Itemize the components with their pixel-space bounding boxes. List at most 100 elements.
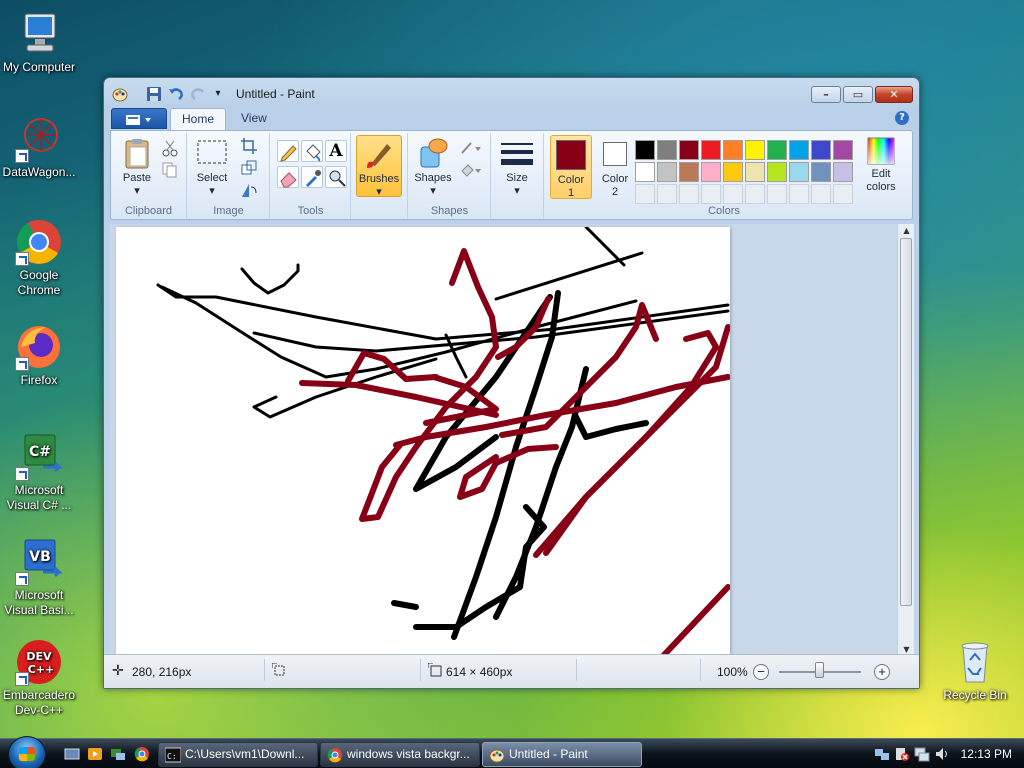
palette-swatch[interactable] (701, 140, 721, 160)
palette-swatch-empty[interactable] (657, 184, 677, 204)
taskbar-clock[interactable]: 12:13 PM (961, 747, 1012, 761)
palette-swatch-empty[interactable] (789, 184, 809, 204)
palette-swatch[interactable] (745, 162, 765, 182)
palette-swatch-empty[interactable] (723, 184, 743, 204)
desktop-icon-firefox[interactable]: Firefox (0, 323, 80, 388)
palette-swatch[interactable] (679, 162, 699, 182)
desktop-icon-dev-cpp[interactable]: DEV C++ Embarcadero Dev-C++ (0, 638, 80, 718)
show-desktop-icon[interactable] (64, 746, 80, 762)
palette-swatch[interactable] (701, 162, 721, 182)
scroll-up-icon[interactable]: ▲ (898, 224, 915, 237)
volume-tray-icon[interactable] (934, 746, 950, 762)
vertical-scrollbar[interactable]: ▲ ▼ (897, 224, 914, 656)
palette-swatch[interactable] (635, 162, 655, 182)
eraser-icon[interactable] (277, 166, 299, 188)
palette-swatch[interactable] (767, 162, 787, 182)
tab-view[interactable]: View (230, 108, 278, 130)
paste-button[interactable]: Paste ▾ (117, 135, 157, 198)
size-button[interactable]: Size ▾ (496, 135, 538, 198)
palette-swatch[interactable] (723, 140, 743, 160)
palette-swatch[interactable] (745, 140, 765, 160)
palette-swatch-empty[interactable] (767, 184, 787, 204)
palette-swatch-empty[interactable] (701, 184, 721, 204)
drawing-canvas[interactable] (116, 227, 730, 656)
palette-swatch[interactable] (723, 162, 743, 182)
desktop-icon-visual-csharp[interactable]: C# Microsoft Visual C# ... (0, 433, 80, 513)
fill-icon[interactable] (301, 140, 323, 162)
edit-colors-button[interactable]: Edit colors (861, 135, 901, 194)
palette-swatch[interactable] (811, 162, 831, 182)
size-dropdown-icon[interactable]: ▾ (514, 185, 520, 197)
palette-swatch[interactable] (789, 140, 809, 160)
maximize-button[interactable]: ▭ (843, 86, 873, 103)
brushes-button[interactable]: Brushes ▾ (356, 135, 402, 198)
canvas-workspace[interactable] (110, 224, 897, 656)
desktop-icon-recycle-bin[interactable]: Recycle Bin (934, 638, 1016, 703)
save-icon[interactable] (146, 86, 162, 102)
paste-dropdown-icon[interactable]: ▾ (134, 185, 140, 197)
palette-swatch-empty[interactable] (811, 184, 831, 204)
desktop-icon-google-chrome[interactable]: Google Chrome (0, 218, 80, 298)
minimize-button[interactable]: – (811, 86, 841, 103)
close-button[interactable]: ✕ (875, 86, 913, 103)
zoom-out-button[interactable]: − (753, 664, 769, 680)
chrome-quicklaunch-icon[interactable] (134, 746, 150, 762)
palette-swatch[interactable] (811, 140, 831, 160)
palette-swatch-empty[interactable] (833, 184, 853, 204)
cut-icon[interactable] (161, 139, 179, 157)
palette-swatch[interactable] (657, 162, 677, 182)
palette-swatch[interactable] (679, 140, 699, 160)
help-icon[interactable]: ? (895, 111, 909, 125)
customize-qat-icon[interactable]: ▾ (210, 86, 226, 102)
magnifier-icon[interactable] (325, 166, 347, 188)
select-dropdown-icon[interactable]: ▾ (209, 185, 215, 197)
tab-home[interactable]: Home (170, 108, 227, 130)
resize-icon[interactable] (240, 159, 258, 177)
title-bar[interactable]: ▾ Untitled - Paint – ▭ ✕ (104, 78, 919, 108)
taskbar-item-paint[interactable]: Untitled - Paint (482, 742, 642, 767)
palette-swatch[interactable] (789, 162, 809, 182)
palette-swatch-empty[interactable] (679, 184, 699, 204)
select-button[interactable]: Select ▾ (192, 135, 232, 198)
media-player-icon[interactable] (87, 746, 103, 762)
taskbar: C: C:\Users\vm1\Downl... windows vista b… (0, 736, 1024, 768)
copy-icon[interactable] (161, 161, 179, 179)
outline-icon[interactable] (459, 139, 481, 157)
rotate-icon[interactable] (240, 181, 258, 199)
brushes-dropdown-icon[interactable]: ▾ (376, 186, 382, 198)
network-tray-icon[interactable] (874, 746, 890, 762)
palette-swatch[interactable] (767, 140, 787, 160)
color-picker-icon[interactable] (301, 166, 323, 188)
palette-swatch[interactable] (833, 140, 853, 160)
redo-icon[interactable] (190, 86, 206, 102)
network-map-icon[interactable] (110, 746, 126, 762)
palette-swatch[interactable] (657, 140, 677, 160)
taskbar-item-command-prompt[interactable]: C: C:\Users\vm1\Downl... (158, 742, 318, 767)
zoom-slider-thumb[interactable] (815, 662, 824, 678)
paint-app-icon[interactable] (112, 86, 128, 102)
desktop-icon-visual-basic[interactable]: VB Microsoft Visual Basi... (0, 538, 80, 618)
undo-icon[interactable] (168, 86, 184, 102)
paint-menu-button[interactable] (111, 108, 167, 129)
palette-swatch-empty[interactable] (635, 184, 655, 204)
color2-button[interactable]: Color 2 (594, 135, 636, 199)
desktop-icon-datawagon[interactable]: DataWagon... (0, 115, 80, 180)
security-alert-tray-icon[interactable] (894, 746, 910, 762)
taskbar-item-chrome[interactable]: windows vista backgr... (320, 742, 480, 767)
network-status-tray-icon[interactable] (914, 746, 930, 762)
zoom-in-button[interactable]: + (874, 664, 890, 680)
start-button[interactable] (8, 736, 46, 768)
palette-swatch[interactable] (833, 162, 853, 182)
shapes-dropdown-icon[interactable]: ▾ (430, 185, 436, 197)
color1-button[interactable]: Color 1 (550, 135, 592, 199)
palette-swatch[interactable] (635, 140, 655, 160)
shapes-button[interactable]: Shapes ▾ (411, 135, 455, 198)
palette-swatch-empty[interactable] (745, 184, 765, 204)
pencil-icon[interactable] (277, 140, 299, 162)
text-icon[interactable]: A (325, 140, 347, 162)
crop-icon[interactable] (240, 137, 258, 155)
paint-window[interactable]: ▾ Untitled - Paint – ▭ ✕ Home View ? Pas… (103, 77, 920, 689)
scrollbar-thumb[interactable] (900, 238, 912, 606)
fill-shape-icon[interactable] (459, 161, 481, 179)
desktop-icon-my-computer[interactable]: My Computer (0, 10, 80, 75)
